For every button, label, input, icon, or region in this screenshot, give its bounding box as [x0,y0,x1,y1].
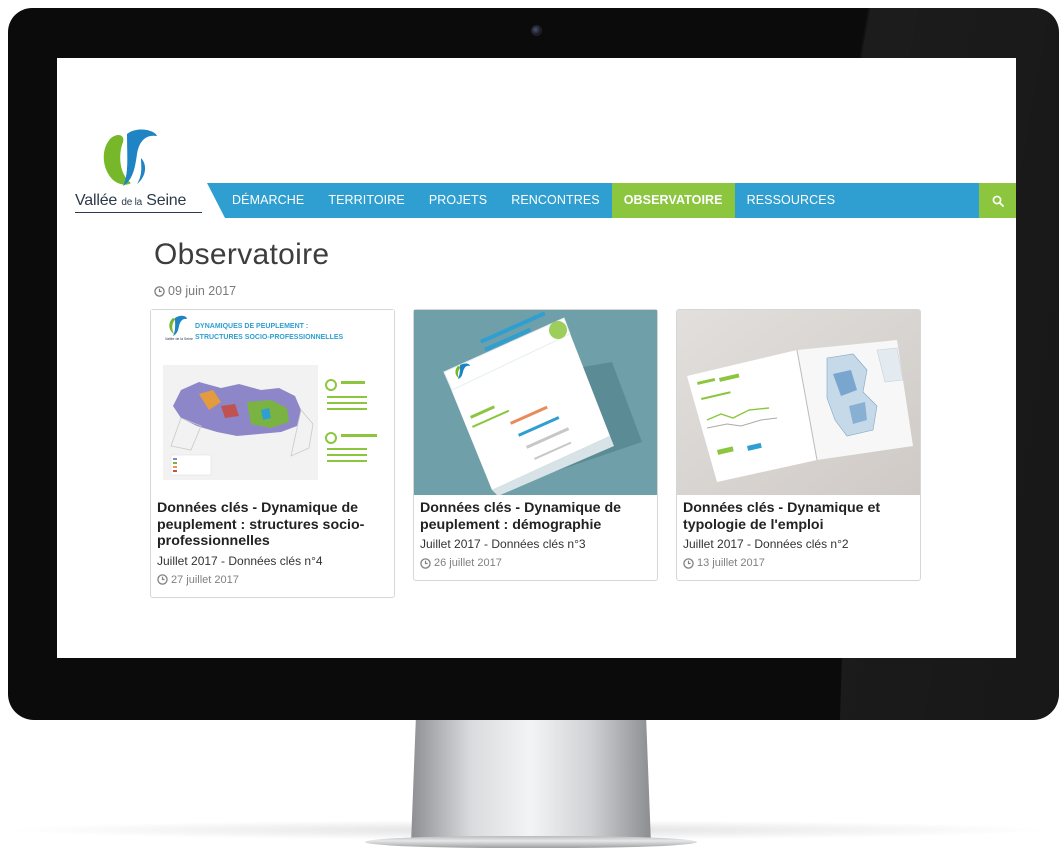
nav-item-rencontres[interactable]: RENCONTRES [499,183,612,218]
card-date: 13 juillet 2017 [683,557,915,569]
nav-item-demarche[interactable]: DÉMARCHE [220,183,316,218]
search-icon [992,195,1004,207]
nav-item-ressources[interactable]: RESSOURCES [735,183,848,218]
clock-icon [154,285,165,297]
card-date-text: 27 juillet 2017 [171,573,239,586]
main-nav: DÉMARCHE TERRITOIRE PROJETS RENCONTRES O… [220,183,847,218]
logo-text: Vallée de la Seine [75,192,187,209]
report-cover-image: Vallée de la Seine DYNAMIQUES DE PEUPLEM… [151,310,394,495]
card-body: Données clés - Dynamique de peuplement :… [420,500,652,569]
card-thumbnail[interactable] [677,310,920,495]
card-date-text: 13 juillet 2017 [697,557,765,569]
logo-mark-icon [103,129,157,186]
nav-item-territoire[interactable]: TERRITOIRE [316,183,416,218]
thumb-heading-2: STRUCTURES SOCIO-PROFESSIONNELLES [195,334,344,341]
card-thumbnail[interactable] [414,310,657,495]
card-body: Données clés - Dynamique de peuplement :… [157,500,389,586]
card-subtitle: Juillet 2017 - Données clés n°4 [157,553,323,568]
nav-item-projets[interactable]: PROJETS [417,183,499,218]
search-button[interactable] [979,183,1016,218]
card-date: 27 juillet 2017 [157,574,389,586]
page-title: Observatoire [154,238,330,271]
card-title[interactable]: Données clés - Dynamique de peuplement :… [157,500,389,550]
card-date-text: 26 juillet 2017 [434,557,502,569]
clock-icon [683,557,694,569]
card-title[interactable]: Données clés - Dynamique et typologie de… [683,500,915,533]
article-card[interactable]: Données clés - Dynamique et typologie de… [676,309,921,581]
brochure-photo-image [414,310,657,495]
thumb-heading-1: DYNAMIQUES DE PEUPLEMENT : [195,323,308,330]
clock-icon [157,574,168,585]
clock-icon [420,557,431,569]
card-date: 26 juillet 2017 [420,557,652,569]
open-booklet-photo-image [677,310,920,495]
webcam-icon [532,26,541,35]
site-logo[interactable]: Vallée de la Seine [75,128,205,216]
card-title[interactable]: Données clés - Dynamique de peuplement :… [420,500,652,533]
monitor-stand-base [365,836,697,848]
logo-underline [75,212,202,213]
monitor-stand [411,720,651,844]
page-date: 09 juin 2017 [154,284,236,298]
article-card[interactable]: Données clés - Dynamique de peuplement :… [413,309,658,581]
card-subtitle: Juillet 2017 - Données clés n°3 [420,537,586,551]
article-card[interactable]: Vallée de la Seine DYNAMIQUES DE PEUPLEM… [150,309,395,598]
svg-text:Vallée de la Seine: Vallée de la Seine [165,337,193,341]
website-screen: Vallée de la Seine DÉMARCHE TERRITOIRE P… [57,58,1016,658]
card-subtitle: Juillet 2017 - Données clés n°2 [683,537,849,551]
card-body: Données clés - Dynamique et typologie de… [683,500,915,569]
page-date-text: 09 juin 2017 [168,284,237,298]
card-thumbnail[interactable]: Vallée de la Seine DYNAMIQUES DE PEUPLEM… [151,310,394,495]
nav-item-observatoire[interactable]: OBSERVATOIRE [611,183,735,218]
